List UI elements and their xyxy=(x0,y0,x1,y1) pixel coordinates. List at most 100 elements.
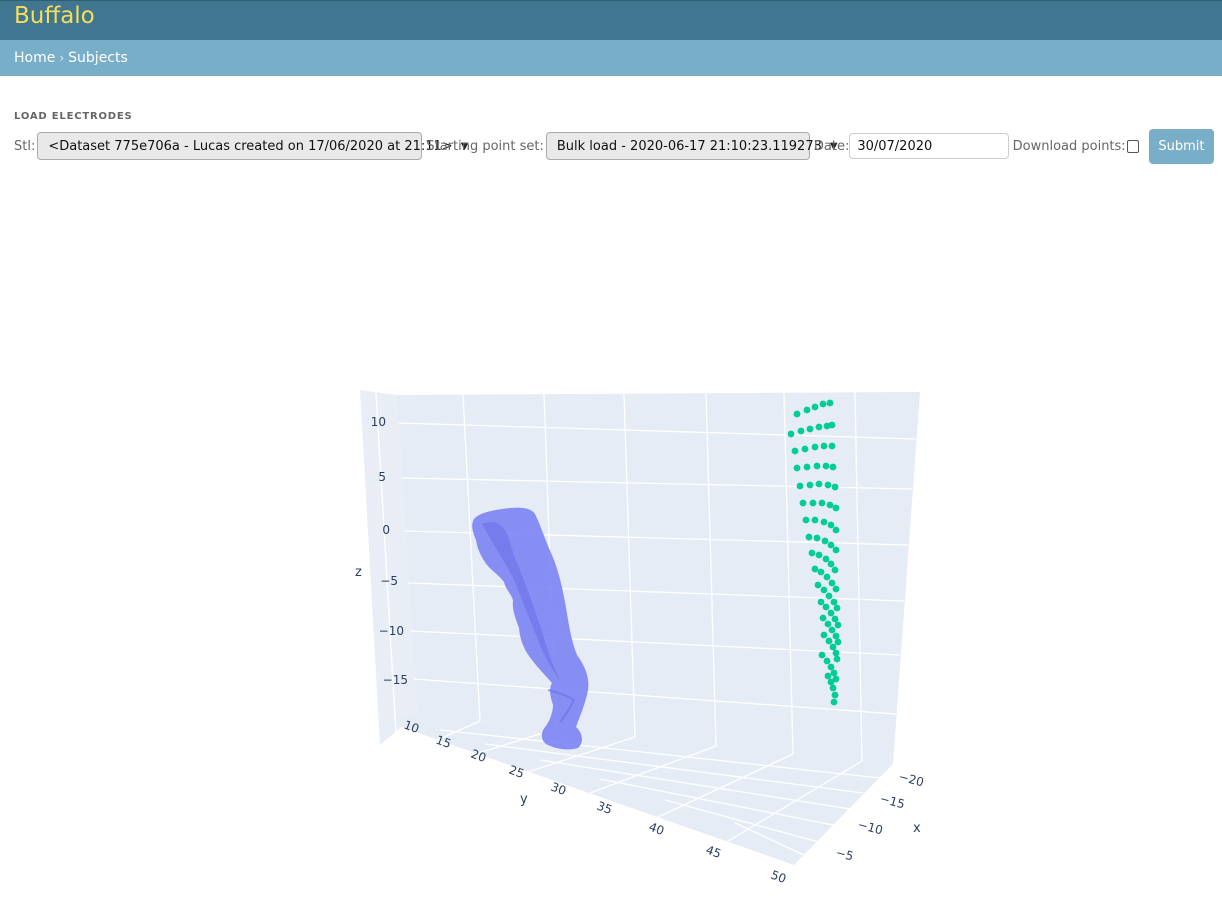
electrode-point[interactable] xyxy=(832,632,840,640)
electrode-point[interactable] xyxy=(818,499,826,507)
z-tick-label: 10 xyxy=(371,415,386,429)
electrode-point[interactable] xyxy=(813,534,821,542)
electrode-point[interactable] xyxy=(831,566,839,574)
y-tick-label: 35 xyxy=(595,799,614,817)
electrode-point[interactable] xyxy=(832,649,840,657)
electrode-point[interactable] xyxy=(830,698,838,706)
electrode-point[interactable] xyxy=(824,672,832,680)
electrode-point[interactable] xyxy=(805,533,813,541)
electrode-point[interactable] xyxy=(827,609,835,617)
electrode-point[interactable] xyxy=(815,423,823,431)
electrode-point[interactable] xyxy=(823,573,831,581)
electrode-point[interactable] xyxy=(828,579,836,587)
electrode-point[interactable] xyxy=(831,483,839,491)
electrode-point[interactable] xyxy=(822,555,830,563)
stl-select-value: <Dataset 775e706a - Lucas created on 17/… xyxy=(48,138,453,154)
x-tick-label: −15 xyxy=(878,791,906,811)
electrode-point[interactable] xyxy=(833,655,841,663)
electrode-point[interactable] xyxy=(827,521,835,529)
breadcrumb: Home › Subjects xyxy=(0,40,1222,76)
electrode-point[interactable] xyxy=(827,663,835,671)
electrode-point[interactable] xyxy=(806,481,814,489)
electrode-point[interactable] xyxy=(820,631,828,639)
date-input[interactable]: 30/07/2020 xyxy=(849,133,1009,159)
electrode-point[interactable] xyxy=(831,691,839,699)
site-title[interactable]: Buffalo xyxy=(14,3,95,29)
electrode-point[interactable] xyxy=(832,546,840,554)
electrode-point[interactable] xyxy=(793,410,801,418)
stl-select[interactable]: <Dataset 775e706a - Lucas created on 17/… xyxy=(37,132,468,160)
3d-scene-svg[interactable]: 10 5 0 −5 −10 −15 z 10 15 20 25 30 35 40… xyxy=(0,180,1222,917)
electrode-point[interactable] xyxy=(828,421,836,429)
x-axis-title: x xyxy=(913,821,921,836)
electrode-point[interactable] xyxy=(811,443,819,451)
electrode-point[interactable] xyxy=(787,430,795,438)
electrode-point[interactable] xyxy=(825,637,833,645)
electrode-point[interactable] xyxy=(821,537,829,545)
electrode-point[interactable] xyxy=(830,598,838,606)
x-tick-label: −10 xyxy=(856,817,884,837)
electrode-point[interactable] xyxy=(820,442,828,450)
electrode-point[interactable] xyxy=(824,481,832,489)
breadcrumb-home-link[interactable]: Home xyxy=(14,50,55,66)
electrode-point[interactable] xyxy=(826,501,834,509)
electrode-point[interactable] xyxy=(832,504,840,512)
electrode-point[interactable] xyxy=(791,447,799,455)
breadcrumb-subjects-link[interactable]: Subjects xyxy=(68,50,128,66)
electrode-point[interactable] xyxy=(819,400,827,408)
electrode-point[interactable] xyxy=(817,598,825,606)
electrode-point[interactable] xyxy=(819,614,827,622)
electrode-point[interactable] xyxy=(828,442,836,450)
3d-scene-plot[interactable]: 10 5 0 −5 −10 −15 z 10 15 20 25 30 35 40… xyxy=(0,180,1222,917)
electrode-point[interactable] xyxy=(814,581,822,589)
electrode-point[interactable] xyxy=(797,427,805,435)
electrode-point[interactable] xyxy=(806,425,814,433)
electrode-point[interactable] xyxy=(834,621,842,629)
download-points-checkbox[interactable] xyxy=(1126,139,1139,153)
electrode-point[interactable] xyxy=(832,526,840,534)
electrode-point[interactable] xyxy=(827,541,835,549)
z-tick-label: −5 xyxy=(380,574,398,588)
electrode-point[interactable] xyxy=(833,604,841,612)
electrode-point[interactable] xyxy=(826,399,834,407)
electrode-point[interactable] xyxy=(822,603,830,611)
y-tick-label: 45 xyxy=(704,843,723,861)
electrode-point[interactable] xyxy=(822,462,830,470)
electrode-point[interactable] xyxy=(796,482,804,490)
electrode-point[interactable] xyxy=(815,551,823,559)
z-tick-label: 5 xyxy=(378,470,386,484)
electrode-point[interactable] xyxy=(817,568,825,576)
electrode-point[interactable] xyxy=(830,669,838,677)
electrode-point[interactable] xyxy=(820,586,828,594)
electrode-point[interactable] xyxy=(811,565,819,573)
electrode-point[interactable] xyxy=(813,462,821,470)
electrode-point[interactable] xyxy=(818,651,826,659)
electrode-point[interactable] xyxy=(834,638,842,646)
electrode-point[interactable] xyxy=(811,403,819,411)
electrode-point[interactable] xyxy=(831,615,839,623)
electrode-point[interactable] xyxy=(827,560,835,568)
electrode-point[interactable] xyxy=(811,516,819,524)
electrode-point[interactable] xyxy=(803,463,811,471)
electrode-point[interactable] xyxy=(829,643,837,651)
electrode-point[interactable] xyxy=(824,620,832,628)
electrode-point[interactable] xyxy=(825,592,833,600)
electrode-point[interactable] xyxy=(828,626,836,634)
electrode-point[interactable] xyxy=(829,463,837,471)
electrode-point[interactable] xyxy=(803,406,811,414)
electrode-point[interactable] xyxy=(801,445,809,453)
electrode-point[interactable] xyxy=(793,464,801,472)
electrode-point[interactable] xyxy=(820,518,828,526)
electrode-point[interactable] xyxy=(802,516,810,524)
starting-point-set-label: Starting point set: xyxy=(426,138,544,154)
electrode-point[interactable] xyxy=(832,585,840,593)
electrode-point[interactable] xyxy=(809,499,817,507)
starting-point-set-select[interactable]: Bulk load - 2020-06-17 21:10:23.119273 ▼ xyxy=(545,132,838,160)
electrode-point[interactable] xyxy=(823,657,831,665)
electrode-point[interactable] xyxy=(829,684,837,692)
electrode-point[interactable] xyxy=(815,480,823,488)
electrode-point[interactable] xyxy=(799,499,807,507)
electrode-point[interactable] xyxy=(827,678,835,686)
electrode-point[interactable] xyxy=(808,549,816,557)
submit-button[interactable]: Submit xyxy=(1148,128,1215,164)
